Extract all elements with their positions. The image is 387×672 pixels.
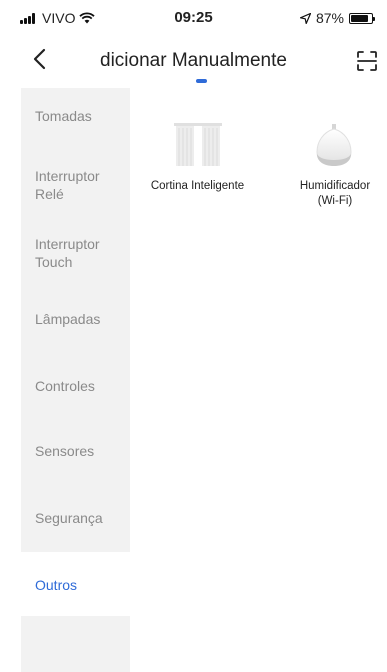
- header: dicionar Manualmente: [0, 36, 387, 86]
- sidebar-item-outros[interactable]: Outros: [21, 552, 130, 616]
- back-icon[interactable]: [30, 46, 50, 72]
- battery-icon: [349, 12, 375, 24]
- sidebar-item-label: Interruptor Touch: [35, 236, 100, 270]
- sidebar-item-interruptor-rele[interactable]: Interruptor Relé: [21, 167, 130, 203]
- battery-area: 87%: [299, 10, 375, 26]
- battery-percent: 87%: [315, 10, 344, 26]
- sidebar-item-lampadas[interactable]: Lâmpadas: [21, 310, 130, 328]
- page-title: dicionar Manualmente: [100, 50, 287, 71]
- sidebar-item-seguranca[interactable]: Segurança: [21, 509, 130, 527]
- sidebar-item-interruptor-touch[interactable]: Interruptor Touch: [21, 235, 130, 271]
- scan-icon[interactable]: [357, 51, 377, 71]
- category-sidebar: Tomadas Interruptor Relé Interruptor Tou…: [21, 88, 130, 672]
- sidebar-item-controles[interactable]: Controles: [21, 377, 130, 395]
- device-card-curtain[interactable]: Cortina Inteligente: [140, 120, 255, 194]
- sidebar-item-label: Tomadas: [35, 108, 92, 124]
- sidebar-item-tomadas[interactable]: Tomadas: [21, 107, 130, 125]
- title-underline: [196, 79, 207, 83]
- sidebar-item-label: Interruptor Relé: [35, 168, 100, 202]
- sidebar-item-label: Outros: [35, 577, 78, 593]
- sidebar-item-label: Controles: [35, 378, 95, 394]
- sidebar-item-sensores[interactable]: Sensores: [21, 442, 130, 460]
- device-card-humidifier[interactable]: Humidificador (Wi-Fi): [283, 120, 387, 209]
- device-label: Cortina Inteligente: [150, 180, 245, 192]
- sidebar-item-label: Sensores: [35, 443, 95, 459]
- device-label: Humidificador (Wi-Fi): [299, 180, 371, 207]
- sidebar-item-label: Lâmpadas: [35, 311, 101, 327]
- humidifier-icon: [316, 124, 352, 166]
- curtain-icon: [173, 123, 222, 166]
- sidebar-item-label: Segurança: [35, 510, 103, 526]
- status-bar: VIVO 09:25 87%: [0, 0, 387, 34]
- location-arrow-icon: [299, 12, 311, 24]
